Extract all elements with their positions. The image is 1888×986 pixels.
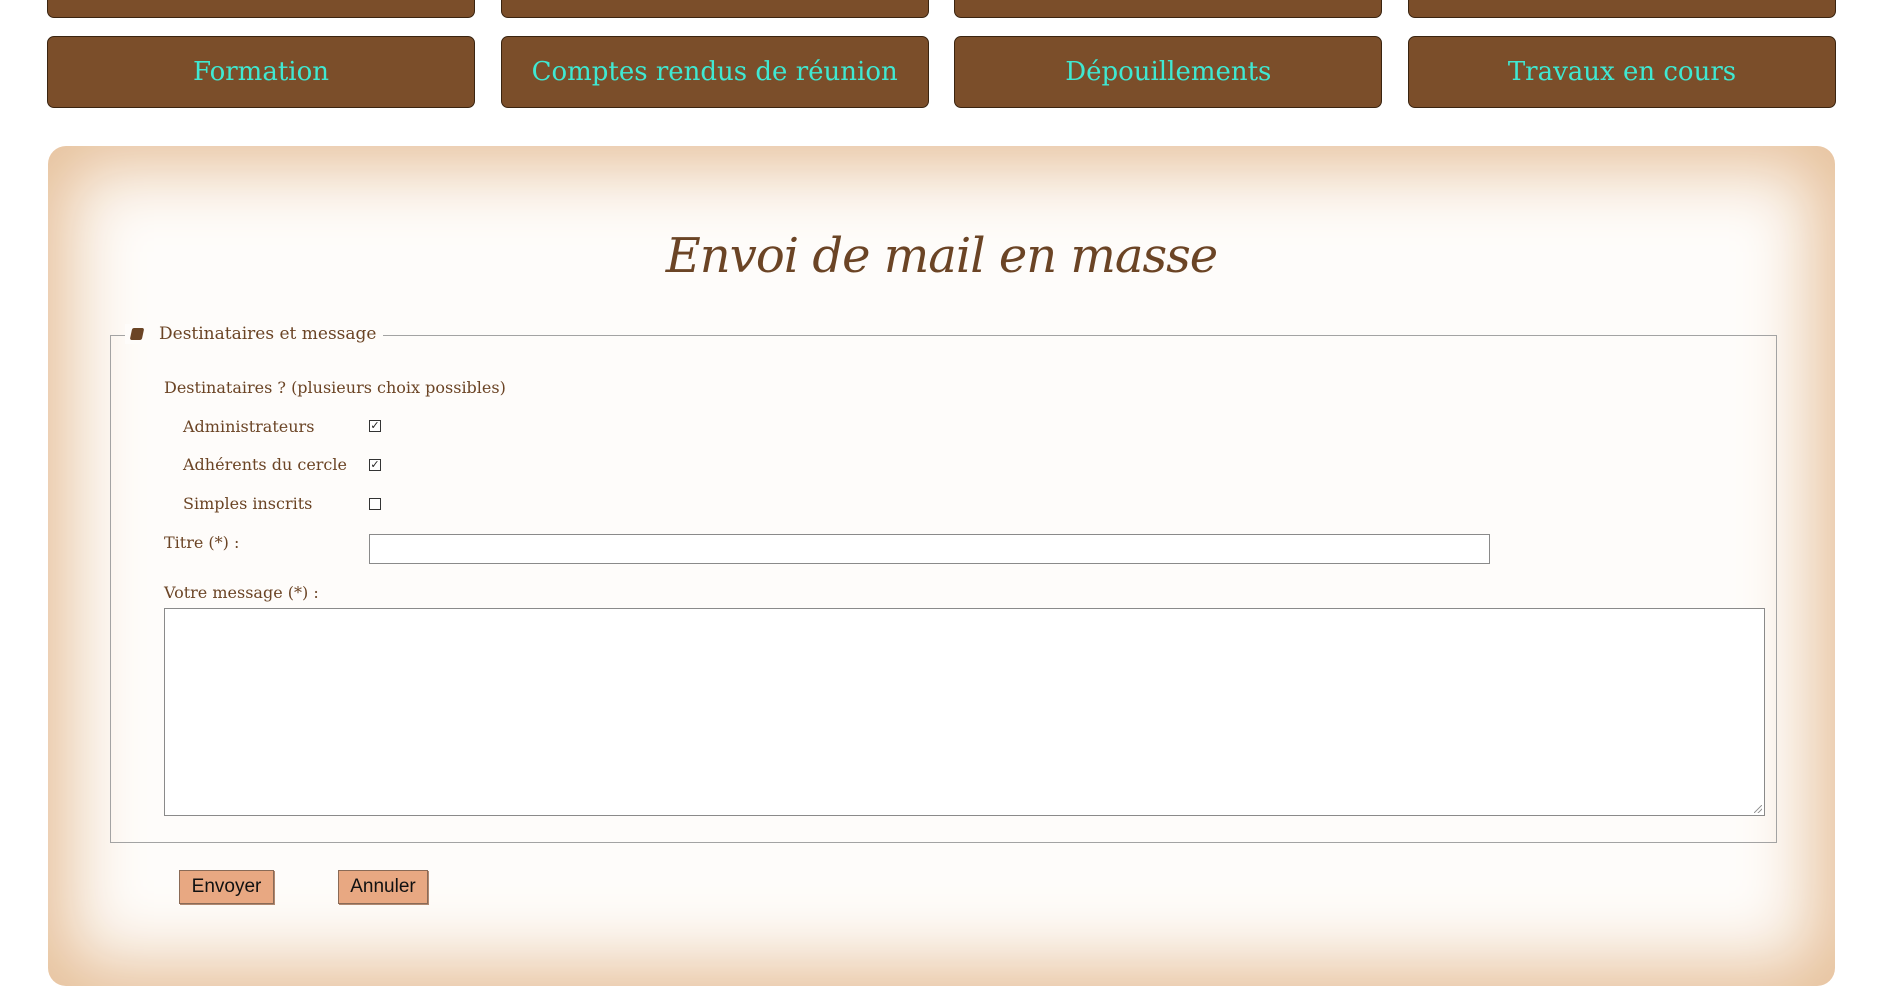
message-textarea[interactable] (164, 608, 1765, 816)
nav-button-top-3[interactable] (954, 0, 1383, 18)
message-label: Votre message (*) : (164, 583, 319, 602)
book-icon (129, 328, 145, 340)
recipients-fieldset: Destinataires et message Destinataires ?… (110, 324, 1777, 843)
nav-button-top-1[interactable] (47, 0, 475, 18)
recipient-label-administrateurs: Administrateurs (183, 417, 315, 436)
checkbox-simples-inscrits[interactable] (369, 498, 381, 510)
content-panel: Envoi de mail en masse Destinataires et … (48, 146, 1835, 986)
nav-button-travaux-en-cours[interactable]: Travaux en cours (1407, 36, 1836, 108)
resize-grip-icon[interactable] (1754, 805, 1762, 813)
nav-row-main: Formation Comptes rendus de réunion Dépo… (47, 36, 1836, 108)
legend-label: Destinataires et message (159, 324, 377, 344)
nav-button-top-4[interactable] (1407, 0, 1836, 18)
recipients-label: Destinataires ? (plusieurs choix possibl… (164, 378, 506, 397)
title-label: Titre (*) : (164, 533, 240, 552)
checkbox-administrateurs[interactable]: ✓ (369, 420, 381, 432)
recipient-label-simples-inscrits: Simples inscrits (183, 494, 313, 513)
nav-button-formation[interactable]: Formation (47, 36, 475, 108)
title-input[interactable] (369, 534, 1490, 564)
nav-row-top (47, 0, 1836, 18)
submit-button[interactable]: Envoyer (179, 870, 274, 904)
recipient-label-adherents: Adhérents du cercle (183, 455, 347, 474)
fieldset-legend: Destinataires et message (125, 324, 383, 344)
cancel-button[interactable]: Annuler (338, 870, 428, 904)
page-title: Envoi de mail en masse (665, 228, 1218, 284)
nav-button-comptes-rendus[interactable]: Comptes rendus de réunion (500, 36, 929, 108)
nav-button-depouillements[interactable]: Dépouillements (954, 36, 1383, 108)
nav-button-top-2[interactable] (500, 0, 929, 18)
checkbox-adherents[interactable]: ✓ (369, 459, 381, 471)
